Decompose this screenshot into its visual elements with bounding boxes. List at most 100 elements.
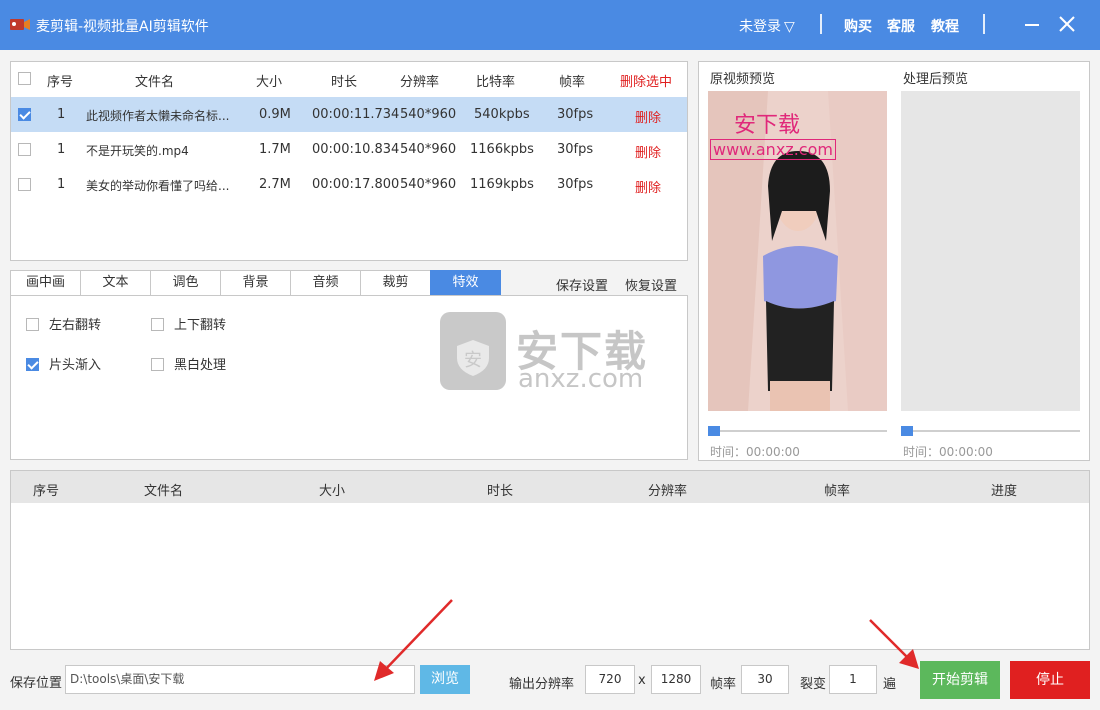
restore-settings-button[interactable]: 恢复设置 bbox=[625, 275, 677, 294]
browse-button[interactable]: 浏览 bbox=[420, 665, 470, 694]
output-width-input[interactable]: 720 bbox=[585, 665, 635, 694]
row-checkbox[interactable] bbox=[18, 178, 31, 191]
flip-horizontal-checkbox[interactable] bbox=[26, 318, 39, 331]
col-resolution: 分辨率 bbox=[400, 75, 440, 90]
processed-seek-knob[interactable] bbox=[901, 426, 913, 436]
save-location-label: 保存位置 bbox=[10, 676, 63, 691]
support-link[interactable]: 客服 bbox=[887, 16, 915, 36]
col-filename: 文件名 bbox=[144, 484, 184, 499]
row-bitrate: 1166kpbs bbox=[470, 142, 534, 157]
tab-audio[interactable]: 音频 bbox=[290, 270, 361, 296]
row-duration: 00:00:10.834 bbox=[312, 142, 400, 157]
flip-vertical-label: 上下翻转 bbox=[174, 318, 227, 333]
flip-vertical-option[interactable]: 上下翻转 bbox=[151, 314, 226, 333]
login-label: 未登录 bbox=[739, 19, 781, 35]
col-fps: 帧率 bbox=[824, 484, 851, 499]
delete-selected-button[interactable]: 删除选中 bbox=[620, 71, 672, 90]
grayscale-checkbox[interactable] bbox=[151, 358, 164, 371]
watermark: 安 安下载 anxz.com bbox=[440, 312, 670, 398]
split-count-input[interactable]: 1 bbox=[829, 665, 877, 694]
col-size: 大小 bbox=[319, 484, 346, 499]
processed-time: 时间：00:00:00 bbox=[903, 445, 993, 459]
output-resolution-label: 输出分辨率 bbox=[509, 677, 575, 692]
tab-effects[interactable]: 特效 bbox=[430, 270, 501, 296]
tab-background[interactable]: 背景 bbox=[220, 270, 291, 296]
fps-input[interactable]: 30 bbox=[741, 665, 789, 694]
row-filename: 不是开玩笑的.mp4 bbox=[86, 144, 189, 158]
row-delete-button[interactable]: 删除 bbox=[635, 107, 661, 126]
grayscale-option[interactable]: 黑白处理 bbox=[151, 354, 226, 373]
titlebar-divider bbox=[820, 14, 822, 34]
buy-link[interactable]: 购买 bbox=[844, 16, 872, 36]
split-label: 裂变 bbox=[800, 677, 827, 692]
row-filename: 美女的举动你看懂了吗给... bbox=[86, 179, 230, 193]
col-index: 序号 bbox=[33, 484, 60, 499]
processed-seek-slider[interactable] bbox=[901, 426, 1080, 436]
row-fps: 30fps bbox=[557, 107, 594, 122]
save-path-input[interactable]: D:\tools\桌面\安下载 bbox=[65, 665, 415, 694]
close-icon[interactable] bbox=[1055, 12, 1079, 36]
row-bitrate: 540kpbs bbox=[474, 107, 530, 122]
table-header: 序号 文件名 大小 时长 分辨率 帧率 进度 bbox=[11, 471, 1089, 503]
flip-horizontal-label: 左右翻转 bbox=[49, 318, 102, 333]
row-fps: 30fps bbox=[557, 177, 594, 192]
processed-video-frame bbox=[901, 91, 1080, 411]
original-seek-knob[interactable] bbox=[708, 426, 720, 436]
window-title: 麦剪辑-视频批量AI剪辑软件 bbox=[36, 19, 209, 35]
col-index: 序号 bbox=[47, 75, 74, 90]
row-fps: 30fps bbox=[557, 142, 594, 157]
stop-button[interactable]: 停止 bbox=[1010, 661, 1090, 699]
row-filename: 此视频作者太懒未命名标... bbox=[86, 109, 230, 123]
col-bitrate: 比特率 bbox=[476, 75, 516, 90]
col-resolution: 分辨率 bbox=[648, 484, 688, 499]
tutorial-link[interactable]: 教程 bbox=[931, 16, 959, 36]
table-row[interactable]: 1 此视频作者太懒未命名标... 0.9M 00:00:11.734 540*9… bbox=[11, 97, 687, 132]
tab-crop[interactable]: 裁剪 bbox=[360, 270, 431, 296]
original-seek-slider[interactable] bbox=[708, 426, 887, 436]
row-bitrate: 1169kpbs bbox=[470, 177, 534, 192]
output-height-input[interactable]: 1280 bbox=[651, 665, 701, 694]
overlay-url: www.anxz.com bbox=[710, 139, 836, 160]
row-duration: 00:00:17.800 bbox=[312, 177, 400, 192]
fade-in-option[interactable]: 片头渐入 bbox=[26, 354, 101, 373]
flip-vertical-checkbox[interactable] bbox=[151, 318, 164, 331]
original-preview-label: 原视频预览 bbox=[710, 72, 776, 87]
row-resolution: 540*960 bbox=[400, 177, 457, 192]
table-row[interactable]: 1 美女的举动你看懂了吗给... 2.7M 00:00:17.800 540*9… bbox=[11, 167, 687, 202]
save-settings-button[interactable]: 保存设置 bbox=[556, 275, 608, 294]
row-checkbox[interactable] bbox=[18, 143, 31, 156]
times-label: 遍 bbox=[883, 677, 897, 692]
row-duration: 00:00:11.734 bbox=[312, 107, 400, 122]
title-bar: 麦剪辑-视频批量AI剪辑软件 未登录 ▽ 购买 客服 教程 bbox=[0, 0, 1100, 50]
table-row[interactable]: 1 不是开玩笑的.mp4 1.7M 00:00:10.834 540*960 1… bbox=[11, 132, 687, 167]
fade-in-label: 片头渐入 bbox=[49, 358, 102, 373]
original-video-frame: 安下载 www.anxz.com bbox=[708, 91, 887, 411]
row-index: 1 bbox=[57, 107, 66, 122]
start-editing-button[interactable]: 开始剪辑 bbox=[920, 661, 1000, 699]
tab-pip[interactable]: 画中画 bbox=[10, 270, 81, 296]
row-index: 1 bbox=[57, 142, 66, 157]
col-fps: 帧率 bbox=[559, 75, 586, 90]
tab-text[interactable]: 文本 bbox=[80, 270, 151, 296]
row-checkbox[interactable] bbox=[18, 108, 31, 121]
login-status-dropdown[interactable]: 未登录 ▽ bbox=[739, 16, 795, 36]
flip-horizontal-option[interactable]: 左右翻转 bbox=[26, 314, 101, 333]
row-delete-button[interactable]: 删除 bbox=[635, 177, 661, 196]
select-all-checkbox[interactable] bbox=[18, 72, 31, 85]
row-size: 0.9M bbox=[259, 107, 291, 122]
resolution-x-label: x bbox=[638, 673, 646, 688]
col-duration: 时长 bbox=[331, 75, 358, 90]
chevron-down-icon: ▽ bbox=[784, 19, 795, 35]
fade-in-checkbox[interactable] bbox=[26, 358, 39, 371]
minimize-icon[interactable] bbox=[1020, 12, 1044, 36]
original-time: 时间：00:00:00 bbox=[710, 445, 800, 459]
col-duration: 时长 bbox=[487, 484, 514, 499]
tab-color[interactable]: 调色 bbox=[150, 270, 221, 296]
shield-icon: 安 bbox=[440, 312, 506, 390]
overlay-title: 安下载 bbox=[734, 113, 801, 138]
row-delete-button[interactable]: 删除 bbox=[635, 142, 661, 161]
input-file-table: 序号 文件名 大小 时长 分辨率 比特率 帧率 删除选中 1 此视频作者太懒未命… bbox=[10, 61, 688, 261]
svg-text:安: 安 bbox=[464, 350, 482, 371]
app-logo-icon bbox=[10, 19, 30, 30]
col-filename: 文件名 bbox=[135, 75, 175, 90]
